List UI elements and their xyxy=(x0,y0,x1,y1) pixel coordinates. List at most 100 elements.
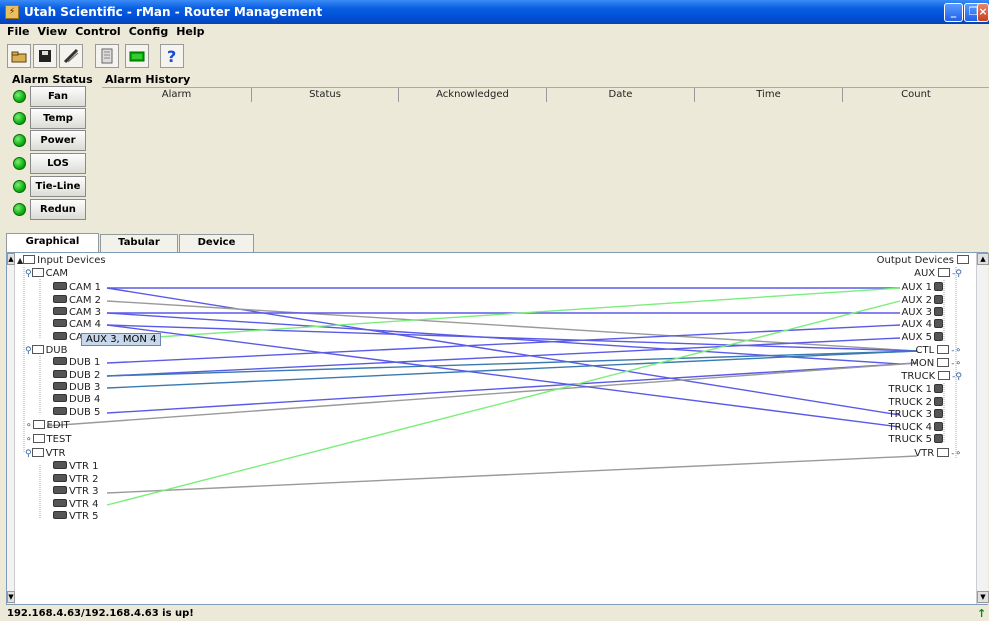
scroll-up-icon[interactable]: ▲ xyxy=(977,253,989,265)
power-button[interactable]: Power xyxy=(30,130,86,151)
column-alarm[interactable]: Alarm xyxy=(102,88,252,102)
menu-control[interactable]: Control xyxy=(71,24,124,39)
output-devices-root[interactable]: Output Devices xyxy=(877,255,971,267)
expand-toggle-icon[interactable]: ⚲ xyxy=(25,269,32,279)
input-vtr-5[interactable]: VTR 5 xyxy=(53,511,98,523)
input-cam-4[interactable]: CAM 4 xyxy=(53,319,101,331)
device-label: AUX 2 xyxy=(901,295,932,306)
output-aux-2[interactable]: AUX 2 xyxy=(901,295,943,307)
redun-button[interactable]: Redun xyxy=(30,199,86,220)
column-date[interactable]: Date xyxy=(547,88,695,102)
input-group-dub[interactable]: ⚲ DUB xyxy=(25,345,67,357)
input-vtr-1[interactable]: VTR 1 xyxy=(53,461,98,473)
input-devices-root[interactable]: ▲ Input Devices xyxy=(17,255,106,267)
expand-toggle-icon[interactable]: -⚲ xyxy=(952,269,962,279)
folder-icon xyxy=(31,448,44,457)
folder-icon xyxy=(937,448,950,457)
input-cam-1[interactable]: CAM 1 xyxy=(53,282,101,294)
app-icon: ⚡ xyxy=(5,5,19,19)
expand-toggle-icon[interactable]: ⚲ xyxy=(25,346,32,356)
output-aux-4[interactable]: AUX 4 xyxy=(901,319,943,331)
menu-help[interactable]: Help xyxy=(172,24,208,39)
output-truck-2[interactable]: TRUCK 2 xyxy=(889,397,943,409)
fan-button[interactable]: Fan xyxy=(30,86,86,107)
output-aux-3[interactable]: AUX 3 xyxy=(901,307,943,319)
column-acknowledged[interactable]: Acknowledged xyxy=(399,88,547,102)
monitor-icon xyxy=(129,51,145,62)
tie-line-button[interactable]: Tie-Line xyxy=(30,176,86,197)
output-aux-5[interactable]: AUX 5 xyxy=(901,332,943,344)
input-vtr-4[interactable]: VTR 4 xyxy=(53,499,98,511)
alarm-history-table: Alarm Status Acknowledged Date Time Coun… xyxy=(102,87,989,231)
input-cam-3[interactable]: CAM 3 xyxy=(53,307,101,319)
fan-status-led xyxy=(13,90,26,103)
folder-icon xyxy=(31,268,44,277)
scroll-down-icon[interactable]: ▼ xyxy=(977,591,989,603)
input-group-edit[interactable]: ⚬ EDIT xyxy=(25,420,70,432)
save-button[interactable] xyxy=(33,44,57,68)
los-button[interactable]: LOS xyxy=(30,153,86,174)
output-group-aux[interactable]: AUX -⚲ xyxy=(914,268,962,280)
input-group-test[interactable]: ⚬ TEST xyxy=(25,434,71,446)
device-label: DUB 4 xyxy=(69,394,101,405)
output-truck-5[interactable]: TRUCK 5 xyxy=(889,434,943,446)
input-dub-3[interactable]: DUB 3 xyxy=(53,382,100,394)
input-dub-2[interactable]: DUB 2 xyxy=(53,370,100,382)
graphical-status-panel: ▲ ▼ ▲ Input Devices ⚲ CAM CAM 1 CAM 2 CA… xyxy=(6,252,989,605)
input-vtr-2[interactable]: VTR 2 xyxy=(53,474,98,486)
group-label: TRUCK xyxy=(901,371,936,382)
tab-graphical-status[interactable]: Graphical Status xyxy=(6,233,99,263)
input-dub-1[interactable]: DUB 1 xyxy=(53,357,100,369)
collapse-toggle-icon[interactable]: -⚬ xyxy=(951,449,962,459)
temp-button[interactable]: Temp xyxy=(30,108,86,129)
output-group-truck[interactable]: TRUCK -⚲ xyxy=(901,371,962,383)
right-scrollbar[interactable]: ▲ ▼ xyxy=(976,253,989,604)
expand-toggle-icon[interactable]: -⚲ xyxy=(952,372,962,382)
column-count[interactable]: Count xyxy=(843,88,989,102)
output-group-ctl[interactable]: CTL -⚬ xyxy=(916,345,962,357)
device-icon xyxy=(53,295,67,303)
output-truck-1[interactable]: TRUCK 1 xyxy=(889,384,943,396)
input-dub-5[interactable]: DUB 5 xyxy=(53,407,100,419)
output-group-mon[interactable]: MON -⚬ xyxy=(910,358,962,370)
input-dub-4[interactable]: DUB 4 xyxy=(53,394,100,406)
device-icon xyxy=(934,332,943,341)
power-status-led xyxy=(13,134,26,147)
output-aux-1[interactable]: AUX 1 xyxy=(901,282,943,294)
column-time[interactable]: Time xyxy=(695,88,843,102)
collapse-toggle-icon[interactable]: -⚬ xyxy=(951,359,962,369)
input-cam-5[interactable]: CA xyxy=(53,332,83,344)
device-label: DUB 2 xyxy=(69,370,101,381)
menu-view[interactable]: View xyxy=(34,24,72,39)
help-button[interactable]: ? xyxy=(160,44,184,68)
menu-file[interactable]: File xyxy=(0,24,34,39)
status-bar: 192.168.4.63/192.168.4.63 is up! ↑ xyxy=(0,607,989,621)
panel-button[interactable] xyxy=(95,44,119,68)
tab-tabular-status[interactable]: Tabular Status xyxy=(100,234,178,264)
input-cam-2[interactable]: CAM 2 xyxy=(53,295,101,307)
input-group-cam[interactable]: ⚲ CAM xyxy=(25,268,68,280)
edit-button[interactable] xyxy=(59,44,83,68)
output-truck-4[interactable]: TRUCK 4 xyxy=(889,422,943,434)
folder-icon xyxy=(31,345,44,354)
collapse-toggle-icon[interactable]: ⚬ xyxy=(25,435,33,445)
input-vtr-3[interactable]: VTR 3 xyxy=(53,486,98,498)
connection-up-icon: ↑ xyxy=(977,607,987,620)
open-button[interactable] xyxy=(7,44,31,68)
device-icon xyxy=(934,307,943,316)
tab-device-config[interactable]: Device Config xyxy=(179,234,254,264)
close-button[interactable]: × xyxy=(977,3,989,22)
collapse-toggle-icon[interactable]: -⚬ xyxy=(951,346,962,356)
input-group-vtr[interactable]: ⚲ VTR xyxy=(25,448,66,460)
output-truck-3[interactable]: TRUCK 3 xyxy=(889,409,943,421)
output-group-vtr[interactable]: VTR -⚬ xyxy=(914,448,962,460)
save-icon xyxy=(39,50,51,62)
expand-toggle-icon[interactable]: ⚲ xyxy=(25,449,32,459)
collapse-toggle-icon[interactable]: ⚬ xyxy=(25,421,33,431)
monitor-button[interactable] xyxy=(125,44,149,68)
menu-config[interactable]: Config xyxy=(125,24,173,39)
minimize-button[interactable]: _ xyxy=(944,3,963,22)
column-status[interactable]: Status xyxy=(252,88,399,102)
device-icon xyxy=(53,319,67,327)
device-label: CAM 3 xyxy=(69,307,101,318)
